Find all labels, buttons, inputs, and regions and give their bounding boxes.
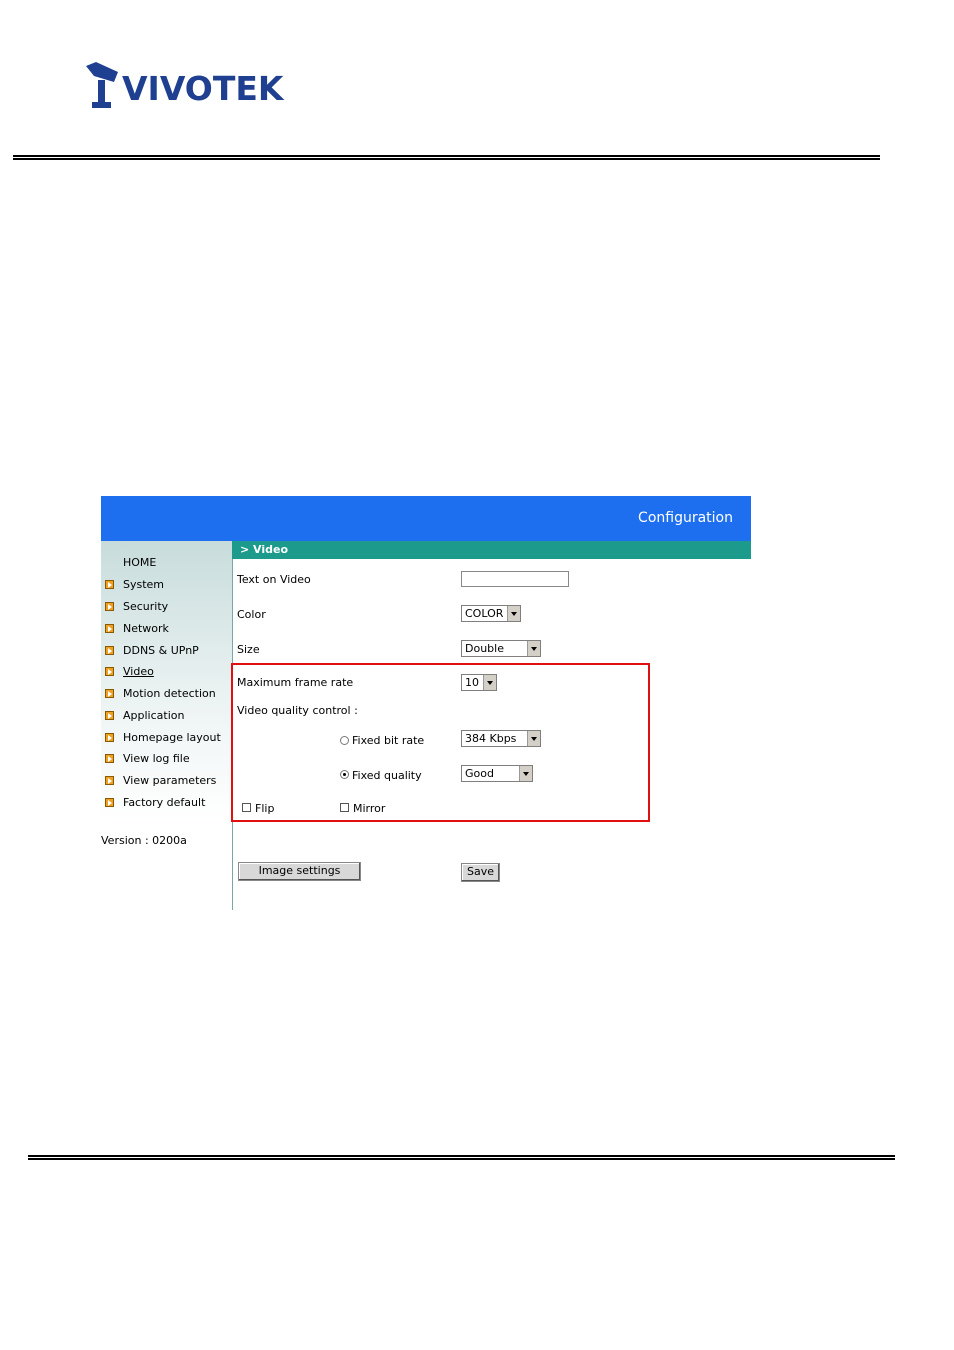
arrow-bullet-icon [105,711,114,720]
arrow-bullet-icon [105,624,114,633]
fixed-quality-label: Fixed quality [352,769,422,782]
camera-logo-icon [86,62,118,108]
sidebar-item-label: Video [123,665,154,678]
arrow-bullet-icon [105,667,114,676]
section-header: > Video [232,541,751,559]
bottom-divider [28,1155,895,1160]
color-select-value: COLOR [465,607,504,620]
fixed-bit-rate-radio[interactable] [340,736,349,745]
sidebar-item-label: Motion detection [123,687,216,700]
chevron-down-icon [519,766,532,781]
arrow-bullet-icon [105,646,114,655]
text-on-video-input[interactable] [461,571,569,587]
sidebar-item-label: View parameters [123,774,217,787]
color-select[interactable]: COLOR [461,605,521,622]
arrow-bullet-icon [105,798,114,807]
arrow-bullet-icon [105,776,114,785]
arrow-bullet-icon [105,754,114,763]
sidebar-item-label: HOME [123,556,157,569]
flip-label: Flip [255,802,275,815]
color-label: Color [237,608,266,621]
chevron-down-icon [507,606,520,621]
arrow-bullet-icon [105,689,114,698]
arrow-bullet-icon [105,733,114,742]
fixed-bit-rate-value: 384 Kbps [465,732,517,745]
sidebar-item-label: View log file [123,752,190,765]
max-frame-rate-select[interactable]: 10 [461,674,497,691]
chevron-down-icon [483,675,496,690]
flip-checkbox[interactable] [242,803,251,812]
size-select-value: Double [465,642,504,655]
mirror-checkbox[interactable] [340,803,349,812]
mirror-label: Mirror [353,802,386,815]
section-title: > Video [240,543,289,556]
sidebar-item-label: DDNS & UPnP [123,644,199,657]
fixed-quality-select[interactable]: Good [461,765,533,782]
logo-text: VIVOTEK [122,69,284,108]
sidebar-item-label: Application [123,709,185,722]
sidebar-item-label: System [123,578,165,591]
vivotek-logo: VIVOTEK [84,62,294,114]
chevron-down-icon [527,641,540,656]
sidebar-item-label: Security [123,600,169,613]
text-on-video-label: Text on Video [237,573,311,586]
sidebar-item-label: Factory default [123,796,206,809]
size-select[interactable]: Double [461,640,541,657]
fixed-quality-value: Good [465,767,494,780]
save-button[interactable]: Save [461,863,500,882]
max-frame-rate-value: 10 [465,676,479,689]
size-label: Size [237,643,260,656]
sidebar-item-label: Network [123,622,169,635]
version-text: Version : 0200a [101,834,187,847]
config-banner: Configuration [101,496,751,541]
sidebar-item-label: Homepage layout [123,731,221,744]
banner-title: Configuration [638,510,733,526]
chevron-down-icon [527,731,540,746]
image-settings-button[interactable]: Image settings [238,862,361,881]
fixed-bit-rate-select[interactable]: 384 Kbps [461,730,541,747]
arrow-bullet-icon [105,580,114,589]
max-frame-rate-label: Maximum frame rate [237,676,354,689]
top-divider [13,155,880,160]
screenshot-panel: Configuration HOME System Security Netwo… [101,496,751,910]
fixed-bit-rate-label: Fixed bit rate [352,734,425,747]
quality-control-label: Video quality control : [237,704,358,717]
arrow-bullet-icon [105,602,114,611]
fixed-quality-radio[interactable] [340,770,349,779]
